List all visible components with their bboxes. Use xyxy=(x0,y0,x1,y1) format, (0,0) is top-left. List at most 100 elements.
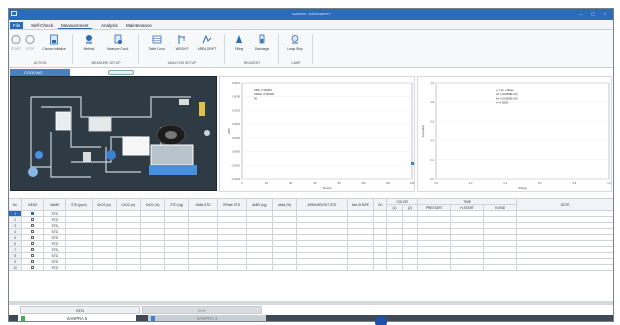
data-cell[interactable] xyxy=(450,264,485,271)
data-cell[interactable] xyxy=(65,264,93,271)
x-tick-label: 1.0 xyxy=(607,181,611,185)
table-cond-button[interactable]: Table Cond. xyxy=(144,34,170,58)
cooling-tab[interactable]: COOLING xyxy=(10,69,70,76)
meas-checkbox-cell[interactable] xyxy=(21,264,45,271)
data-cell[interactable] xyxy=(417,264,452,271)
x-tick-label: 120 xyxy=(386,181,391,185)
area-drift-button[interactable]: AREA DRIFT xyxy=(194,34,220,58)
menu-file[interactable]: File xyxy=(10,22,24,29)
data-cell[interactable] xyxy=(188,264,218,271)
instrument-tab-sanpra3[interactable]: SANPRA 3 xyxy=(148,315,266,322)
meas-checkbox[interactable] xyxy=(31,242,35,246)
data-cell[interactable] xyxy=(296,264,348,271)
x-tick-label: 0 xyxy=(241,181,243,185)
col-meas: MEAS xyxy=(21,198,45,211)
x-tick-label: 0.0 xyxy=(434,181,438,185)
data-cell[interactable] xyxy=(373,264,388,271)
col-std-ppm: STD (ppm) xyxy=(65,198,93,211)
data-cell[interactable] xyxy=(401,264,419,271)
absorbance-chart-svg: 0.0010 0.0008 0.0006 0.0004 0.0002 0.0000 -0.0… xyxy=(227,81,415,190)
calibration-chart[interactable]: 1.0 0.8 0.6 0.4 0.2 0.0 0.0 0.2 0.4 0.6 0.8 1.0 Wt(u… xyxy=(417,76,612,192)
meas-checkbox[interactable] xyxy=(31,254,35,258)
col-std-ng: STD (ng) xyxy=(164,198,190,211)
weight-button[interactable]: WEIGHT xyxy=(172,34,192,58)
data-cell[interactable] xyxy=(483,264,518,271)
lamp-stop-label: Lamp Stop xyxy=(287,47,303,51)
method-button[interactable]: Method xyxy=(78,34,100,58)
instrument-tab-sanpra5[interactable]: SANPRA 5 xyxy=(18,315,136,322)
column-initialize-button[interactable]: Column initialize xyxy=(38,34,70,58)
stop-button[interactable]: STOP xyxy=(24,34,36,58)
data-cell[interactable] xyxy=(139,264,166,271)
group-action: ACTION xyxy=(33,61,47,65)
tab-std[interactable]: STD xyxy=(20,306,140,314)
instrument-tab-sanpra5-label: SANPRA 5 xyxy=(66,316,88,321)
data-cell[interactable] xyxy=(346,264,375,271)
horizontal-scrollbar[interactable] xyxy=(8,301,614,305)
lamp-unit xyxy=(55,111,71,131)
data-cell[interactable] xyxy=(91,264,117,271)
col-name: NAME xyxy=(43,198,67,211)
absorbance-chart[interactable]: 0.0010 0.0008 0.0006 0.0004 0.0002 0.0000 -0.0… xyxy=(219,76,415,192)
vial-icon xyxy=(83,152,91,162)
sample-stage xyxy=(150,144,194,166)
filling-button[interactable]: Filling xyxy=(230,34,248,58)
detector-unit xyxy=(88,116,112,132)
y-tick-label: 0.0000 xyxy=(232,150,240,154)
group-analysis-setup: ANALYSIS SETUP xyxy=(167,61,197,65)
x-tick-label: 40 xyxy=(289,181,292,185)
data-cell[interactable] xyxy=(216,264,247,271)
menu-maintenance[interactable]: Maintenance xyxy=(123,22,155,29)
meas-checkbox[interactable] xyxy=(31,236,35,240)
data-cell[interactable] xyxy=(164,264,190,271)
col-ch: CH xyxy=(373,198,388,211)
lamp-stop-button[interactable]: Lamp Stop xyxy=(282,34,308,58)
data-cell[interactable] xyxy=(271,264,298,271)
data-cell[interactable] xyxy=(386,264,403,271)
data-cell[interactable] xyxy=(245,264,273,271)
method-icon xyxy=(86,35,92,44)
measure-cond-button[interactable]: Measure Cond. xyxy=(102,34,134,58)
meas-checkbox[interactable] xyxy=(31,218,35,222)
scroll-marker[interactable] xyxy=(411,162,414,165)
close-icon[interactable]: × xyxy=(602,11,608,16)
meas-checkbox[interactable] xyxy=(31,212,35,216)
y-tick-label: 0.6 xyxy=(430,119,434,123)
y-tick-label: 0.0004 xyxy=(232,122,240,126)
menu-bar: File Self-Check Measurement Analysis Mai… xyxy=(8,20,614,30)
start-button[interactable]: START xyxy=(10,34,22,58)
menu-self-check[interactable]: Self-Check xyxy=(28,22,56,29)
discharge-label: Discharge xyxy=(254,47,270,51)
injector-icon xyxy=(179,99,189,105)
minimize-icon[interactable]: — xyxy=(578,11,584,16)
tab-smp[interactable]: SMP xyxy=(142,306,262,314)
cursor-dot xyxy=(375,316,387,325)
data-cell[interactable] xyxy=(516,264,614,271)
y-tick-label: -0.0004 xyxy=(231,177,240,181)
menu-analysis[interactable]: Analysis xyxy=(98,22,121,29)
discharge-icon xyxy=(259,34,265,44)
table-row[interactable]: 10 STD xyxy=(8,264,614,271)
name-cell[interactable]: STD xyxy=(43,264,67,271)
meas-checkbox[interactable] xyxy=(31,230,35,234)
maximize-icon[interactable]: ▢ xyxy=(590,11,596,16)
meas-checkbox[interactable] xyxy=(31,260,35,264)
instrument-tab-sanpra3-label: SANPRA 3 xyxy=(196,316,218,321)
pump-icon xyxy=(35,151,43,159)
data-cell[interactable] xyxy=(115,264,141,271)
menu-measurement[interactable]: Measurement xyxy=(58,22,92,29)
discharge-button[interactable]: Discharge xyxy=(250,34,274,58)
ribbon-separator xyxy=(72,34,73,64)
col-dabs-pct: dAbs (%) xyxy=(271,198,298,211)
meas-checkbox[interactable] xyxy=(31,224,35,228)
x-tick-label: 0.8 xyxy=(573,181,577,185)
meas-checkbox[interactable] xyxy=(31,266,35,270)
col-note: NOTE xyxy=(516,198,614,211)
col-sno2-1: SnO2 (m) xyxy=(91,198,117,211)
group-reagent: REAGENT xyxy=(243,61,261,65)
weight-label: WEIGHT xyxy=(175,47,189,51)
filling-icon xyxy=(236,35,242,43)
x-axis-label: Time(s) xyxy=(322,186,331,190)
app-window: SANPRA5 - INSTRUMENT1 — ▢ × File Self-Ch… xyxy=(8,8,614,322)
meas-checkbox[interactable] xyxy=(31,248,35,252)
